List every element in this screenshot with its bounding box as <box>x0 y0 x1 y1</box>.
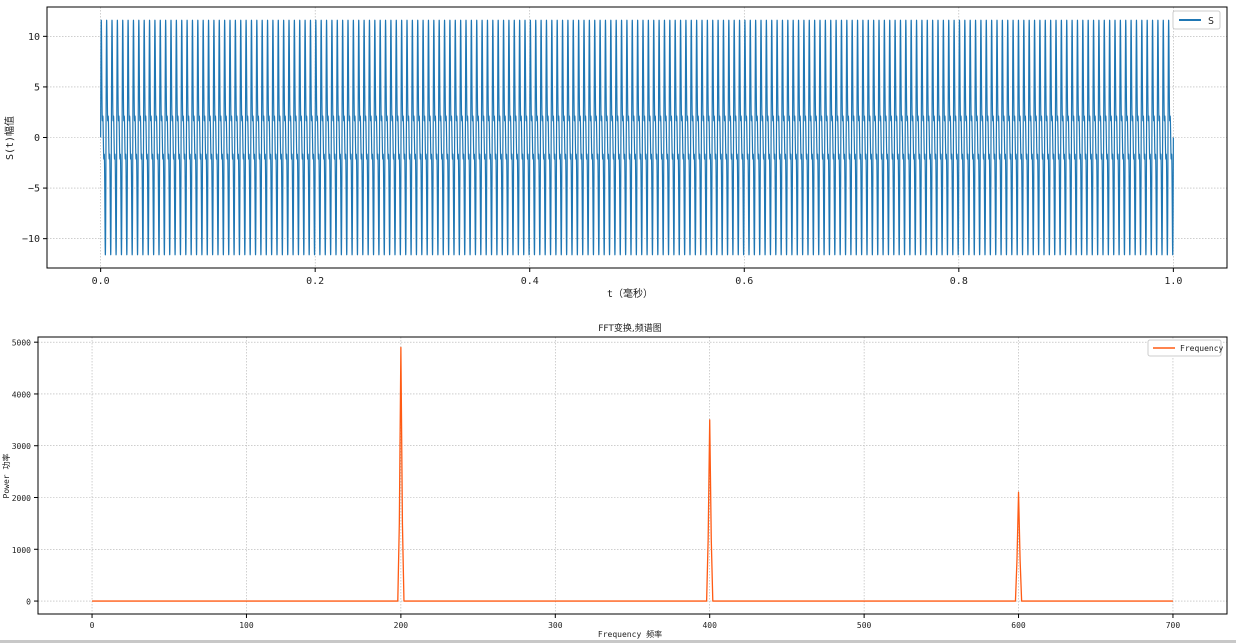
y-tick-label: 5000 <box>12 339 31 348</box>
x-tick-label: 0 <box>90 621 95 630</box>
x-tick-label: 0.8 <box>950 276 968 287</box>
x-tick-label: 100 <box>239 621 254 630</box>
x-tick-label: 200 <box>394 621 409 630</box>
figure: 0.0 0.2 0.4 0.6 0.8 1.0 10 5 0 −5 −10 t（毫秒） S(t)幅… <box>0 0 1236 643</box>
x-tick-label: 400 <box>702 621 717 630</box>
y-tick-label: −5 <box>28 184 40 195</box>
signal-x-axis-label: t（毫秒） <box>607 287 653 300</box>
y-tick-label: 5 <box>34 82 40 93</box>
y-tick-label: 1000 <box>12 546 31 555</box>
x-tick-label: 700 <box>1166 621 1181 630</box>
y-tick-label: 2000 <box>12 494 31 503</box>
fft-x-axis-label: Frequency 频率 <box>598 629 662 639</box>
fft-chart-title: FFT变换,频谱图 <box>598 322 662 334</box>
y-tick-label: 0 <box>34 133 40 144</box>
signal-line <box>100 19 1174 256</box>
x-tick-label: 300 <box>548 621 563 630</box>
signal-line-series <box>100 19 1174 256</box>
y-tick-label: 10 <box>28 32 40 43</box>
y-tick-label: 0 <box>26 598 31 607</box>
fft-legend-label: Frequency <box>1180 344 1224 353</box>
fft-y-axis-label: Power 功率 <box>1 454 11 499</box>
y-tick-label: −10 <box>22 234 40 245</box>
x-tick-label: 0.0 <box>92 276 110 287</box>
y-tick-label: 4000 <box>12 390 31 399</box>
x-tick-label: 0.6 <box>735 276 753 287</box>
signal-legend-label: S <box>1208 16 1214 27</box>
x-tick-label: 1.0 <box>1164 276 1182 287</box>
fft-legend: Frequency <box>1147 339 1224 357</box>
y-tick-label: 3000 <box>12 442 31 451</box>
signal-legend: S <box>1172 10 1221 30</box>
x-tick-label: 0.4 <box>521 276 539 287</box>
x-tick-label: 500 <box>857 621 872 630</box>
x-tick-label: 0.2 <box>306 276 324 287</box>
signal-y-axis-label: S(t)幅值 <box>3 116 16 160</box>
x-tick-label: 600 <box>1011 621 1026 630</box>
